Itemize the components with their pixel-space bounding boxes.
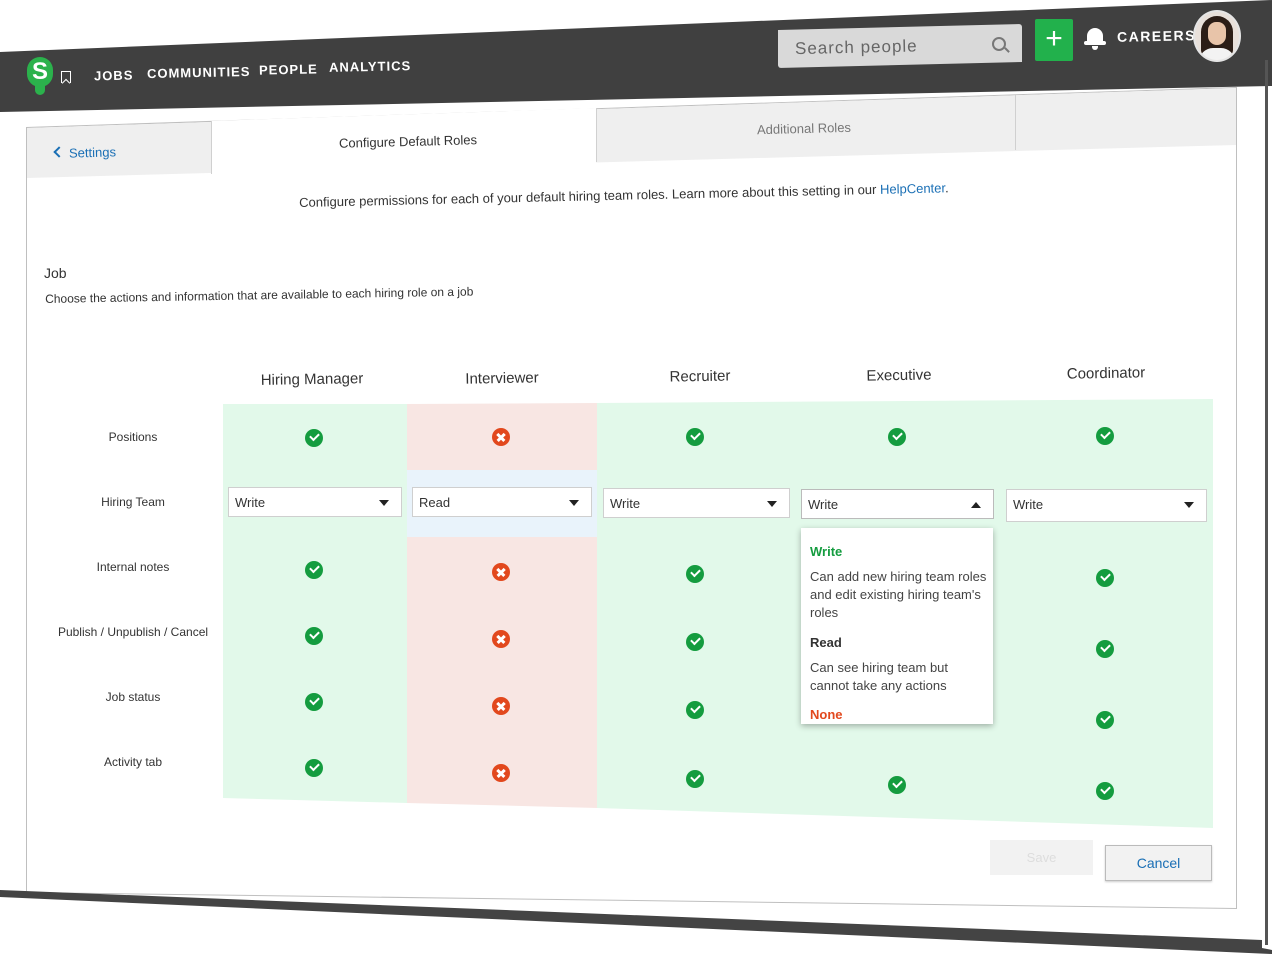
cross-icon: [492, 764, 510, 782]
back-to-settings-link[interactable]: Settings: [69, 144, 116, 160]
select-value: Write: [610, 496, 641, 511]
column-header-interviewer: Interviewer: [465, 369, 539, 388]
caret-down-icon: [569, 500, 579, 506]
save-button[interactable]: Save: [990, 840, 1093, 875]
column-header-recruiter: Recruiter: [669, 367, 731, 386]
section-title: Job: [44, 265, 67, 281]
row-label-positions: Positions: [108, 430, 158, 444]
option-read[interactable]: Read: [810, 635, 842, 650]
nav-communities[interactable]: COMMUNITIES: [147, 64, 251, 81]
hiring-team-select-hiring-manager[interactable]: Write: [228, 487, 402, 517]
check-icon: [305, 759, 323, 777]
caret-up-icon: [971, 502, 981, 508]
select-value: Read: [419, 495, 451, 510]
tab-additional-roles[interactable]: Additional Roles: [757, 120, 851, 137]
hiring-team-select-coordinator[interactable]: Write: [1006, 489, 1207, 522]
check-icon: [686, 633, 704, 651]
search-box[interactable]: [778, 24, 1022, 68]
hiring-team-select-interviewer[interactable]: Read: [412, 487, 592, 517]
check-icon: [888, 428, 906, 446]
select-value: Write: [808, 497, 839, 512]
hiring-team-select-recruiter[interactable]: Write: [603, 488, 790, 518]
row-label-activity-tab: Activity tab: [103, 755, 163, 769]
check-icon: [686, 770, 704, 788]
nav-jobs[interactable]: JOBS: [94, 68, 134, 84]
bookmark-icon[interactable]: [61, 71, 71, 83]
check-icon: [1096, 569, 1114, 587]
hiring-team-select-executive[interactable]: Write: [801, 489, 994, 519]
option-write-description: Can add new hiring team roles and edit e…: [810, 569, 987, 620]
search-input[interactable]: [792, 33, 988, 61]
cross-icon: [492, 697, 510, 715]
nav-analytics[interactable]: ANALYTICS: [329, 58, 411, 75]
select-value: Write: [235, 495, 266, 510]
row-label-job-status: Job status: [105, 690, 161, 704]
check-icon: [305, 561, 323, 579]
check-icon: [686, 565, 704, 583]
helpcenter-link[interactable]: HelpCenter: [880, 180, 945, 196]
cross-icon: [492, 428, 510, 446]
check-icon: [686, 428, 704, 446]
row-label-internal-notes: Internal notes: [96, 560, 170, 574]
option-none[interactable]: None: [810, 707, 843, 722]
cross-icon: [492, 630, 510, 648]
tab-divider: [596, 108, 597, 162]
bell-icon[interactable]: [1084, 28, 1106, 50]
panel-right-edge: [1265, 60, 1268, 945]
search-icon[interactable]: [992, 37, 1006, 51]
column-header-executive: Executive: [866, 366, 932, 385]
check-icon: [305, 429, 323, 447]
careers-link[interactable]: CAREERS: [1117, 27, 1196, 45]
check-icon: [1096, 711, 1114, 729]
row-label-hiring-team: Hiring Team: [101, 495, 165, 509]
intro-suffix: .: [944, 180, 949, 196]
select-value: Write: [1013, 497, 1044, 512]
check-icon: [305, 693, 323, 711]
check-icon: [1096, 782, 1114, 800]
check-icon: [686, 701, 704, 719]
option-write[interactable]: Write: [810, 544, 842, 559]
check-icon: [305, 627, 323, 645]
logo-icon[interactable]: S: [27, 57, 53, 95]
cancel-button[interactable]: Cancel: [1105, 845, 1212, 881]
add-button[interactable]: +: [1035, 19, 1073, 61]
column-header-coordinator: Coordinator: [1066, 364, 1146, 383]
tab-divider: [211, 121, 212, 174]
tab-divider: [1015, 94, 1016, 150]
hiring-team-dropdown-menu: Write Can add new hiring team roles and …: [801, 528, 993, 724]
check-icon: [888, 776, 906, 794]
check-icon: [1096, 640, 1114, 658]
caret-down-icon: [767, 501, 777, 507]
row-label-publish: Publish / Unpublish / Cancel: [57, 625, 209, 639]
option-read-description: Can see hiring team but cannot take any …: [810, 660, 949, 693]
avatar[interactable]: [1193, 10, 1241, 62]
column-header-hiring-manager: Hiring Manager: [260, 370, 364, 389]
check-icon: [1096, 427, 1114, 445]
caret-down-icon: [379, 500, 389, 506]
nav-people[interactable]: PEOPLE: [259, 61, 318, 77]
cross-icon: [492, 563, 510, 581]
caret-down-icon: [1184, 502, 1194, 508]
app-window: S JOBS COMMUNITIES PEOPLE ANALYTICS + CA…: [0, 0, 1272, 954]
